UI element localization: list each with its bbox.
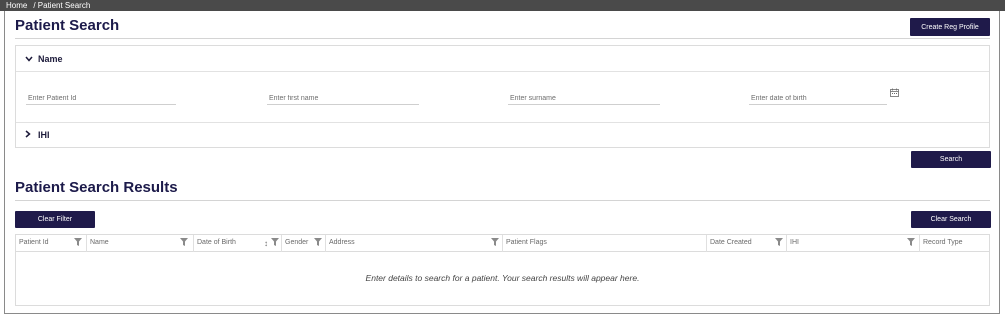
create-reg-profile-button[interactable]: Create Reg Profile — [910, 18, 990, 36]
col-header-gender[interactable]: Gender — [282, 235, 326, 252]
section-divider — [16, 122, 989, 123]
search-button[interactable]: Search — [911, 151, 991, 168]
col-header-date-created[interactable]: Date Created — [707, 235, 787, 252]
col-header-name[interactable]: Name — [87, 235, 194, 252]
title-divider — [15, 38, 990, 39]
chevron-down-icon — [25, 54, 33, 64]
ihi-section-label: IHI — [38, 129, 50, 140]
col-label: Date of Birth — [197, 239, 236, 246]
col-header-patient-flags[interactable]: Patient Flags — [503, 235, 707, 252]
filter-icon[interactable] — [271, 238, 279, 246]
name-section-label: Name — [38, 53, 63, 64]
filter-icon[interactable] — [907, 238, 915, 246]
breadcrumb: Home / Patient Search — [0, 0, 1005, 11]
surname-input[interactable] — [508, 91, 660, 106]
col-label: Record Type — [923, 239, 963, 246]
col-label: Patient Id — [19, 239, 49, 246]
col-label: Name — [90, 239, 109, 246]
chevron-right-icon — [25, 129, 33, 140]
page-title: Patient Search — [15, 17, 120, 34]
surname-field[interactable] — [508, 87, 660, 106]
first-name-input[interactable] — [267, 91, 419, 106]
section-divider — [16, 71, 989, 72]
name-section-header[interactable]: Name — [16, 50, 989, 67]
breadcrumb-current: / Patient Search — [33, 1, 91, 10]
col-label: Patient Flags — [506, 239, 547, 246]
search-panel: Name IHI — [15, 45, 990, 148]
col-header-address[interactable]: Address — [326, 235, 503, 252]
clear-search-button[interactable]: Clear Search — [911, 211, 991, 228]
filter-icon[interactable] — [180, 238, 188, 246]
col-header-date-of-birth[interactable]: Date of Birth ↕ — [194, 235, 282, 252]
results-title: Patient Search Results — [15, 179, 178, 196]
sort-icon[interactable]: ↕ — [264, 236, 268, 252]
dob-input[interactable] — [749, 91, 887, 106]
filter-icon[interactable] — [74, 238, 82, 246]
results-table: Patient Id Name Date of Birth ↕ Gender A… — [15, 234, 990, 306]
first-name-field[interactable] — [267, 87, 419, 106]
empty-results-message: Enter details to search for a patient. Y… — [365, 273, 640, 283]
col-header-patient-id[interactable]: Patient Id — [16, 235, 87, 252]
filter-icon[interactable] — [491, 238, 499, 246]
col-header-ihi[interactable]: IHI — [787, 235, 920, 252]
ihi-section-header[interactable]: IHI — [16, 126, 989, 143]
breadcrumb-home-link[interactable]: Home — [6, 1, 27, 10]
clear-filter-button[interactable]: Clear Filter — [15, 211, 95, 228]
col-label: Date Created — [710, 239, 752, 246]
calendar-icon[interactable] — [890, 88, 899, 99]
filter-icon[interactable] — [314, 238, 322, 246]
patient-id-input[interactable] — [26, 91, 176, 106]
dob-field[interactable] — [749, 87, 887, 106]
col-label: IHI — [790, 239, 799, 246]
filter-icon[interactable] — [775, 238, 783, 246]
col-label: Gender — [285, 239, 309, 246]
col-header-record-type[interactable]: Record Type — [920, 235, 989, 252]
col-label: Address — [329, 239, 355, 246]
patient-id-field[interactable] — [26, 87, 176, 106]
results-title-divider — [15, 200, 990, 201]
table-header: Patient Id Name Date of Birth ↕ Gender A… — [16, 235, 989, 252]
